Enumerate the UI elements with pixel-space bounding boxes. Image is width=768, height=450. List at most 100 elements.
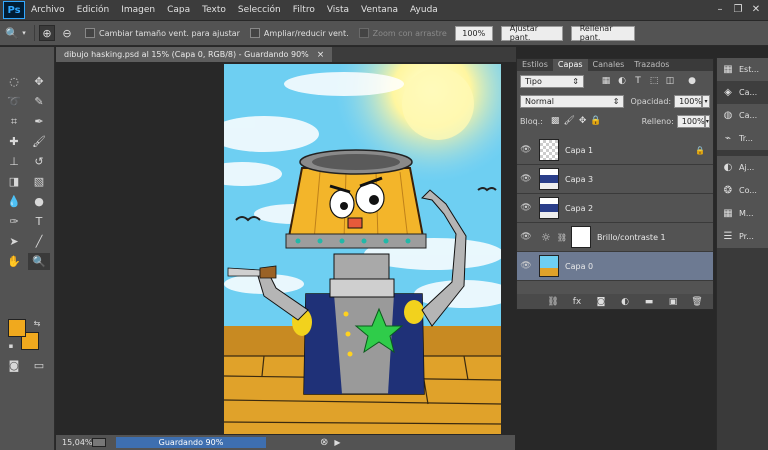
opacity-dropdown-icon[interactable]: ▾ [702, 94, 710, 108]
fill-screen-button[interactable]: Rellenar pant. [570, 24, 635, 42]
menu-capa[interactable]: Capa [161, 5, 196, 15]
dock-item-color[interactable]: ❂ Co... [717, 179, 768, 202]
visibility-eye-icon[interactable]: 👁 [517, 145, 535, 155]
layer-row-capa-2[interactable]: 👁 Capa 2 [517, 194, 713, 223]
layer-row-capa-1[interactable]: 👁 Capa 1 🔒 [517, 136, 713, 165]
menu-vista[interactable]: Vista [321, 5, 355, 15]
zoom-out-icon[interactable]: ⊖ [59, 25, 75, 41]
status-info-icon[interactable] [92, 438, 106, 447]
swap-colors-icon[interactable]: ⇆ [31, 317, 43, 329]
dropdown-arrow-icon[interactable]: ▾ [20, 25, 28, 41]
filter-type-icon[interactable]: T [632, 75, 644, 87]
visibility-eye-icon[interactable]: 👁 [517, 232, 535, 242]
lock-position-icon[interactable]: ✥ [579, 115, 587, 127]
line-tool-icon[interactable]: ╱ [28, 233, 50, 250]
lock-image-icon[interactable]: 🖌 [563, 115, 574, 127]
brush-tool-icon[interactable]: 🖌 [28, 133, 50, 150]
zoom-tool-icon[interactable]: 🔍 [4, 25, 20, 41]
close-document-icon[interactable]: × [317, 50, 325, 60]
blur-tool-icon[interactable]: 💧 [3, 193, 25, 210]
filter-adjustment-icon[interactable]: ◐ [616, 75, 628, 87]
resize-windows-checkbox[interactable] [85, 28, 95, 38]
clone-stamp-tool-icon[interactable]: ⊥ [3, 153, 25, 170]
layer-style-icon[interactable]: fx [571, 296, 583, 308]
menu-seleccion[interactable]: Selección [232, 5, 287, 15]
zoom-all-checkbox[interactable] [249, 28, 260, 38]
new-layer-icon[interactable]: ▣ [667, 296, 679, 308]
new-group-icon[interactable]: ▬ [643, 296, 655, 308]
lock-transparent-icon[interactable]: ▩ [551, 115, 560, 127]
tab-estilos[interactable]: Estilos [517, 59, 553, 71]
zoom-in-icon[interactable]: ⊕ [39, 25, 55, 41]
layer-row-capa-3[interactable]: 👁 Capa 3 [517, 165, 713, 194]
new-adjustment-icon[interactable]: ◐ [619, 296, 631, 308]
dock-item-properties[interactable]: ☰ Pr... [717, 225, 768, 248]
dock-item-adjustments[interactable]: ◐ Aj... [717, 156, 768, 179]
delete-layer-icon[interactable]: 🗑 [691, 296, 703, 308]
zoom-tool-icon[interactable]: 🔍 [28, 253, 50, 270]
filter-smart-icon[interactable]: ◫ [664, 75, 676, 87]
eyedropper-tool-icon[interactable]: ✒ [28, 113, 50, 130]
dodge-tool-icon[interactable]: ● [28, 193, 50, 210]
lasso-tool-icon[interactable]: ➰ [3, 93, 25, 110]
menu-imagen[interactable]: Imagen [115, 5, 161, 15]
scrubby-zoom-checkbox[interactable] [358, 28, 369, 38]
menu-ayuda[interactable]: Ayuda [404, 5, 444, 15]
layer-row-brillo-contraste-1[interactable]: 👁 ☼ ⛓ Brillo/contraste 1 [517, 223, 713, 252]
opacity-input[interactable]: 100% [674, 94, 703, 108]
crop-tool-icon[interactable]: ⌗ [3, 113, 25, 130]
filter-shape-icon[interactable]: ⬚ [648, 75, 660, 87]
restore-icon[interactable]: ❐ [730, 2, 746, 16]
mask-link-icon[interactable]: ⛓ [557, 233, 567, 242]
visibility-eye-icon[interactable]: 👁 [517, 174, 535, 184]
canvas-artwork[interactable] [224, 64, 501, 434]
tab-trazados[interactable]: Trazados [629, 59, 674, 71]
gradient-tool-icon[interactable]: ▧ [28, 173, 50, 190]
fit-screen-button[interactable]: Ajustar pant. [500, 24, 563, 42]
marquee-tool-icon[interactable]: ◌ [3, 73, 25, 90]
menu-ventana[interactable]: Ventana [355, 5, 404, 15]
zoom-100-button[interactable]: 100% [454, 25, 493, 41]
menu-edicion[interactable]: Edición [71, 5, 116, 15]
lock-all-icon[interactable]: 🔒 [590, 115, 601, 127]
hand-tool-icon[interactable]: ✋ [3, 253, 25, 270]
dock-item-channels[interactable]: ◍ Ca... [717, 104, 768, 127]
filter-pixel-icon[interactable]: ▦ [600, 75, 612, 87]
tab-canales[interactable]: Canales [588, 59, 630, 71]
zoom-level[interactable]: 15,04% [56, 438, 93, 447]
foreground-color-swatch[interactable] [8, 319, 26, 337]
menu-archivo[interactable]: Archivo [25, 5, 71, 15]
close-window-icon[interactable]: ✕ [748, 2, 764, 16]
path-selection-tool-icon[interactable]: ➤ [3, 233, 25, 250]
fill-dropdown-icon[interactable]: ▾ [704, 114, 710, 128]
quick-mask-icon[interactable]: ◙ [3, 357, 25, 374]
document-tab[interactable]: dibujo hasking.psd al 15% (Capa 0, RGB/8… [56, 47, 333, 62]
add-mask-icon[interactable]: ◙ [595, 296, 607, 308]
screen-mode-icon[interactable]: ▭ [28, 357, 50, 374]
minimize-icon[interactable]: – [712, 2, 728, 16]
dock-item-paths[interactable]: ⌁ Tr... [717, 127, 768, 150]
visibility-eye-icon[interactable]: 👁 [517, 203, 535, 213]
default-colors-icon[interactable]: ▪ [6, 341, 16, 351]
eraser-tool-icon[interactable]: ◨ [3, 173, 25, 190]
link-layers-icon[interactable]: ⛓ [547, 296, 559, 308]
status-menu-arrow-icon[interactable]: ▶ [334, 438, 340, 447]
filter-toggle-icon[interactable]: ● [686, 75, 698, 87]
menu-filtro[interactable]: Filtro [287, 5, 321, 15]
dock-item-swatches[interactable]: ▦ M... [717, 202, 768, 225]
tab-capas[interactable]: Capas [552, 59, 588, 71]
menu-texto[interactable]: Texto [196, 5, 232, 15]
layer-filter-select[interactable]: Tipo ⇕ [520, 74, 584, 88]
healing-brush-tool-icon[interactable]: ✚ [3, 133, 25, 150]
type-tool-icon[interactable]: T [28, 213, 50, 230]
magic-wand-tool-icon[interactable]: ✎ [28, 93, 50, 110]
cancel-save-icon[interactable]: ⊗ [320, 437, 328, 448]
move-tool-icon[interactable]: ✥ [28, 73, 50, 90]
visibility-eye-icon[interactable]: 👁 [517, 261, 535, 271]
fill-input[interactable]: 100% [676, 114, 705, 128]
pen-tool-icon[interactable]: ✑ [3, 213, 25, 230]
history-brush-tool-icon[interactable]: ↺ [28, 153, 50, 170]
dock-item-layers[interactable]: ◈ Ca... [717, 81, 768, 104]
blend-mode-select[interactable]: Normal ⇕ [520, 94, 625, 108]
dock-item-styles[interactable]: ▦ Est... [717, 58, 768, 81]
